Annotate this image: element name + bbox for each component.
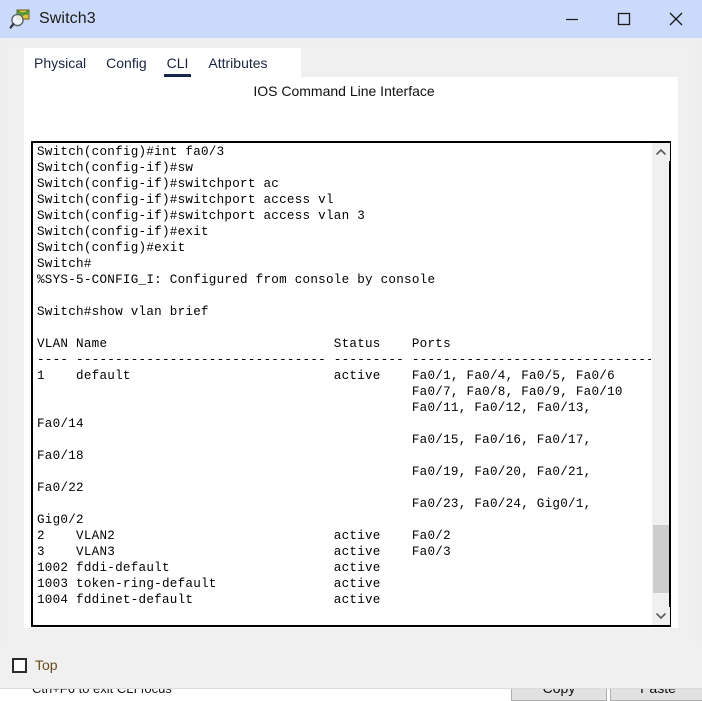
tab-cli[interactable]: CLI	[157, 48, 199, 78]
window-controls	[546, 0, 702, 38]
content-panel: Physical Config CLI Attributes IOS Comma…	[7, 41, 702, 701]
packet-tracer-magnifier-icon	[9, 8, 31, 30]
maximize-button[interactable]	[598, 0, 650, 38]
tab-config-label: Config	[106, 55, 147, 71]
cli-terminal-output[interactable]: Switch(config)#int fa0/3 Switch(config-i…	[33, 143, 651, 625]
scrollbar-thumb[interactable]	[653, 525, 669, 593]
tab-cli-label: CLI	[166, 55, 189, 71]
tab-config[interactable]: Config	[96, 48, 156, 78]
cli-heading: IOS Command Line Interface	[253, 83, 435, 99]
tab-attributes-label: Attributes	[208, 55, 268, 71]
cli-terminal-text: Switch(config)#int fa0/3 Switch(config-i…	[37, 145, 651, 607]
window-title: Switch3	[39, 10, 96, 27]
chevron-up-icon[interactable]	[652, 143, 670, 161]
chevron-down-icon[interactable]	[652, 607, 670, 625]
tab-bar: Physical Config CLI Attributes	[24, 48, 301, 78]
top-checkbox-label: Top	[35, 657, 58, 673]
device-window: Switch3 Physical Config CLI Attributes I…	[0, 0, 702, 701]
tab-physical-label: Physical	[34, 55, 87, 71]
top-checkbox[interactable]	[12, 657, 27, 673]
title-bar: Switch3	[0, 0, 702, 38]
close-button[interactable]	[650, 0, 702, 38]
minimize-button[interactable]	[546, 0, 598, 38]
terminal-scrollbar[interactable]	[651, 143, 670, 625]
window-footer: Top	[0, 641, 702, 689]
tab-physical[interactable]: Physical	[24, 48, 96, 78]
cli-tab-page: IOS Command Line Interface Switch(config…	[24, 77, 702, 701]
cli-terminal-frame: Switch(config)#int fa0/3 Switch(config-i…	[31, 141, 671, 627]
tab-attributes[interactable]: Attributes	[198, 48, 277, 78]
